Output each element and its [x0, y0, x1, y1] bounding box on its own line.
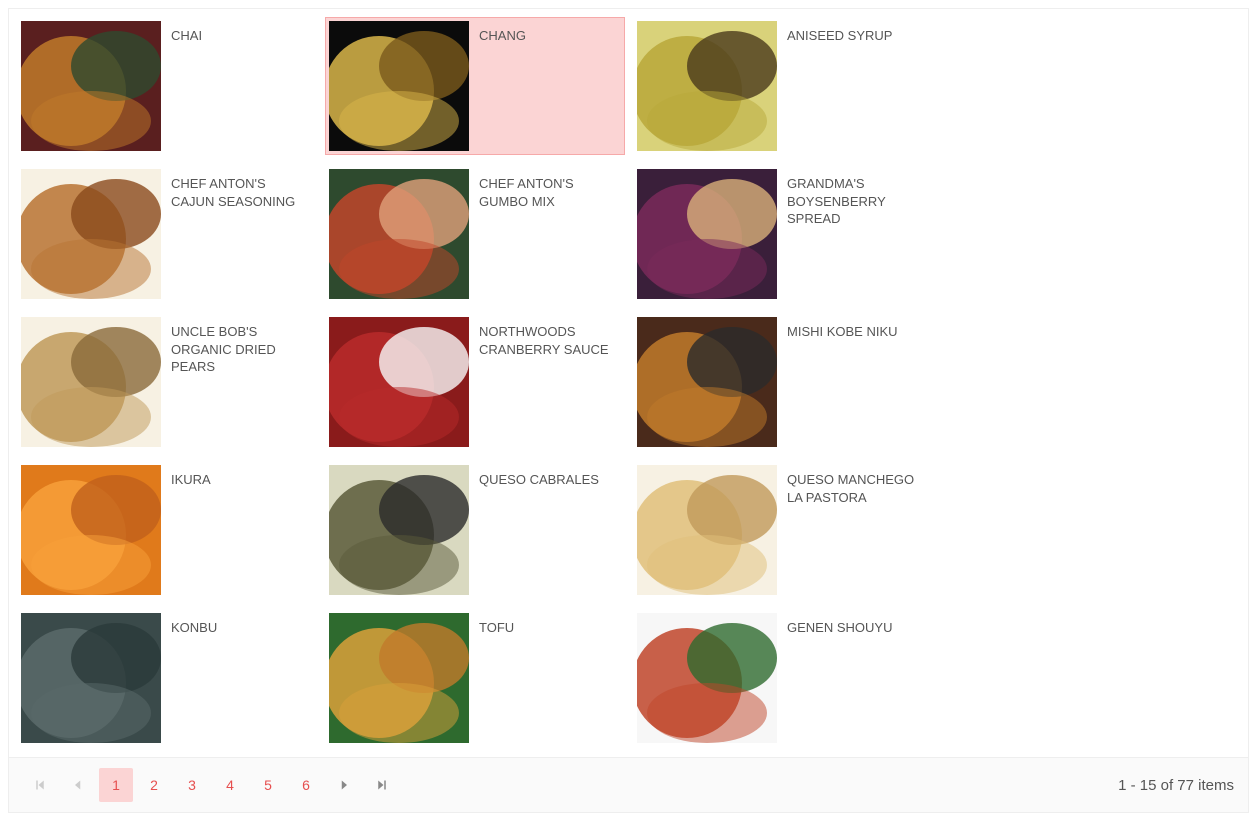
product-card[interactable]: QUESO CABRALES [325, 461, 625, 599]
product-card[interactable]: QUESO MANCHEGO LA PASTORA [633, 461, 933, 599]
product-label: CHEF ANTON'S CAJUN SEASONING [161, 169, 313, 299]
pager-page-button[interactable]: 5 [251, 768, 285, 802]
product-thumbnail [21, 317, 161, 447]
product-thumbnail [329, 613, 469, 743]
seek-last-icon [376, 779, 388, 791]
product-card[interactable]: CHEF ANTON'S GUMBO MIX [325, 165, 625, 303]
product-thumbnail [637, 613, 777, 743]
pager-last-button[interactable] [365, 768, 399, 802]
product-label: QUESO MANCHEGO LA PASTORA [777, 465, 929, 595]
product-card[interactable]: ANISEED SYRUP [633, 17, 933, 155]
product-label: GRANDMA'S BOYSENBERRY SPREAD [777, 169, 929, 299]
pager: 123456 1 - 15 of 77 items [8, 758, 1249, 813]
product-card[interactable]: CHANG [325, 17, 625, 155]
pager-info: 1 - 15 of 77 items [1118, 777, 1234, 794]
product-thumbnail [329, 169, 469, 299]
product-label: KONBU [161, 613, 227, 743]
product-card[interactable]: KONBU [17, 609, 317, 747]
product-thumbnail [329, 465, 469, 595]
product-card[interactable]: CHEF ANTON'S CAJUN SEASONING [17, 165, 317, 303]
product-label: QUESO CABRALES [469, 465, 609, 595]
product-thumbnail [21, 613, 161, 743]
product-label: CHANG [469, 21, 536, 151]
product-thumbnail [637, 465, 777, 595]
product-card[interactable]: UNCLE BOB'S ORGANIC DRIED PEARS [17, 313, 317, 451]
product-card[interactable]: NORTHWOODS CRANBERRY SAUCE [325, 313, 625, 451]
product-thumbnail [21, 465, 161, 595]
pager-page-button[interactable]: 3 [175, 768, 209, 802]
product-label: ANISEED SYRUP [777, 21, 902, 151]
seek-first-icon [34, 779, 46, 791]
pager-page-button[interactable]: 2 [137, 768, 171, 802]
product-label: MISHI KOBE NIKU [777, 317, 908, 447]
product-thumbnail [329, 317, 469, 447]
product-thumbnail [21, 169, 161, 299]
product-card[interactable]: CHAI [17, 17, 317, 155]
product-label: IKURA [161, 465, 221, 595]
product-thumbnail [637, 317, 777, 447]
product-card[interactable]: MISHI KOBE NIKU [633, 313, 933, 451]
product-card[interactable]: IKURA [17, 461, 317, 599]
pager-page-button[interactable]: 6 [289, 768, 323, 802]
product-thumbnail [637, 169, 777, 299]
product-card[interactable]: GENEN SHOUYU [633, 609, 933, 747]
chevron-left-icon [72, 779, 84, 791]
product-label: TOFU [469, 613, 524, 743]
product-thumbnail [21, 21, 161, 151]
pager-page-button[interactable]: 1 [99, 768, 133, 802]
pager-next-button[interactable] [327, 768, 361, 802]
product-card[interactable]: TOFU [325, 609, 625, 747]
product-card[interactable]: GRANDMA'S BOYSENBERRY SPREAD [633, 165, 933, 303]
product-thumbnail [637, 21, 777, 151]
pager-page-button[interactable]: 4 [213, 768, 247, 802]
product-thumbnail [329, 21, 469, 151]
product-label: NORTHWOODS CRANBERRY SAUCE [469, 317, 621, 447]
pager-prev-button [61, 768, 95, 802]
product-label: UNCLE BOB'S ORGANIC DRIED PEARS [161, 317, 313, 447]
chevron-right-icon [338, 779, 350, 791]
product-label: CHEF ANTON'S GUMBO MIX [469, 169, 621, 299]
product-label: GENEN SHOUYU [777, 613, 902, 743]
product-grid: CHAI CHANG ANISEED SYRUP CHEF ANTON'S CAJUN… [8, 8, 1249, 758]
product-label: CHAI [161, 21, 212, 151]
pager-first-button [23, 768, 57, 802]
